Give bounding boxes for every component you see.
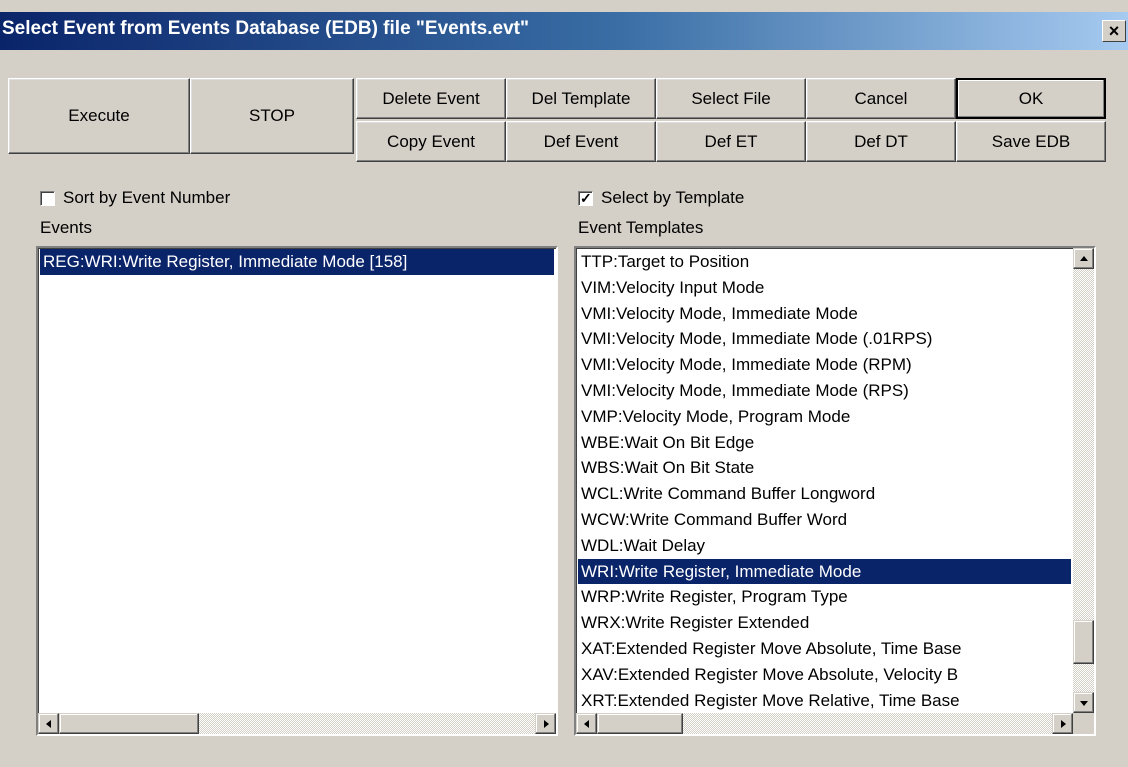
templates-horizontal-scrollbar[interactable] <box>576 713 1073 734</box>
templates-list: TTP:Target to Position VIM:Velocity Input… <box>578 249 1071 713</box>
template-list-item[interactable]: WRP:Write Register, Program Type <box>578 584 1071 610</box>
arrow-left-icon <box>584 720 589 728</box>
title-bar[interactable]: Select Event from Events Database (EDB) … <box>0 12 1128 50</box>
template-list-item[interactable]: WRX:Write Register Extended <box>578 610 1071 636</box>
scroll-up-button[interactable] <box>1073 248 1094 269</box>
sort-checkbox-label: Sort by Event Number <box>63 188 231 207</box>
template-list-item[interactable]: XAT:Extended Register Move Absolute, Tim… <box>578 636 1071 662</box>
select-template-checkbox-label: Select by Template <box>601 188 745 207</box>
execute-button[interactable]: Execute <box>8 78 190 154</box>
template-list-item[interactable]: VMI:Velocity Mode, Immediate Mode <box>578 301 1071 327</box>
template-list-item[interactable]: TTP:Target to Position <box>578 249 1071 275</box>
close-icon: × <box>1108 21 1120 41</box>
stop-button[interactable]: STOP <box>190 78 354 154</box>
select-file-button[interactable]: Select File <box>656 78 806 119</box>
template-list-item[interactable]: XAV:Extended Register Move Absolute, Vel… <box>578 662 1071 688</box>
def-event-button[interactable]: Def Event <box>506 121 656 162</box>
arrow-right-icon <box>1061 720 1066 728</box>
delete-event-button[interactable]: Delete Event <box>356 78 506 119</box>
def-event-label: Def Event <box>543 131 619 151</box>
copy-event-button[interactable]: Copy Event <box>356 121 506 162</box>
scroll-right-button[interactable] <box>535 713 556 734</box>
templates-vertical-scrollbar[interactable] <box>1073 248 1094 713</box>
event-list-item[interactable]: REG:WRI:Write Register, Immediate Mode [… <box>40 249 554 275</box>
scrollbar-corner <box>1073 713 1094 734</box>
templates-vscroll-thumb[interactable] <box>1073 620 1094 664</box>
select-by-template-checkbox[interactable]: ✓ Select by Template <box>578 188 744 208</box>
checkmark-icon: ✓ <box>580 189 592 206</box>
cancel-button[interactable]: Cancel <box>806 78 956 119</box>
def-dt-button[interactable]: Def DT <box>806 121 956 162</box>
save-edb-label: Save EDB <box>991 131 1071 151</box>
template-list-item[interactable]: VIM:Velocity Input Mode <box>578 275 1071 301</box>
def-et-button[interactable]: Def ET <box>656 121 806 162</box>
events-listbox[interactable]: REG:WRI:Write Register, Immediate Mode [… <box>36 246 558 736</box>
select-template-checkbox-box[interactable]: ✓ <box>578 189 593 206</box>
close-button[interactable]: × <box>1102 20 1126 42</box>
arrow-right-icon <box>544 720 549 728</box>
template-list-item[interactable]: VMP:Velocity Mode, Program Mode <box>578 404 1071 430</box>
del-template-label: Del Template <box>531 88 631 108</box>
save-edb-button[interactable]: Save EDB <box>956 121 1106 162</box>
templates-hscroll-thumb[interactable] <box>597 713 683 734</box>
template-list-item[interactable]: VMI:Velocity Mode, Immediate Mode (RPM) <box>578 352 1071 378</box>
events-hscroll-thumb[interactable] <box>59 713 199 734</box>
template-list-item[interactable]: VMI:Velocity Mode, Immediate Mode (RPS) <box>578 378 1071 404</box>
scroll-down-button[interactable] <box>1073 692 1094 713</box>
def-et-label: Def ET <box>704 131 758 151</box>
delete-event-label: Delete Event <box>382 88 480 108</box>
ok-label: OK <box>1018 88 1044 108</box>
sort-by-event-number-checkbox[interactable]: Sort by Event Number <box>40 188 230 208</box>
templates-listbox[interactable]: TTP:Target to Position VIM:Velocity Input… <box>574 246 1096 736</box>
select-file-label: Select File <box>691 88 771 108</box>
events-label: Events <box>40 218 92 237</box>
sort-checkbox-box[interactable] <box>40 190 55 206</box>
arrow-up-icon <box>1080 256 1088 261</box>
scroll-left-button[interactable] <box>38 713 59 734</box>
dialog-window: Select Event from Events Database (EDB) … <box>0 0 1128 767</box>
execute-label: Execute <box>68 106 130 125</box>
window-title: Select Event from Events Database (EDB) … <box>2 18 529 39</box>
events-horizontal-scrollbar[interactable] <box>38 713 556 734</box>
template-list-item[interactable]: WRI:Write Register, Immediate Mode <box>578 558 1071 585</box>
template-list-item[interactable]: WCL:Write Command Buffer Longword <box>578 481 1071 507</box>
template-list-item[interactable]: WBS:Wait On Bit State <box>578 455 1071 481</box>
templates-scroll-right-button[interactable] <box>1052 713 1073 734</box>
stop-label: STOP <box>249 106 295 125</box>
copy-event-label: Copy Event <box>387 131 475 151</box>
events-list: REG:WRI:Write Register, Immediate Mode [… <box>40 249 554 275</box>
del-template-button[interactable]: Del Template <box>506 78 656 119</box>
arrow-left-icon <box>46 720 51 728</box>
template-list-item[interactable]: VMI:Velocity Mode, Immediate Mode (.01RP… <box>578 326 1071 352</box>
template-list-item[interactable]: XRT:Extended Register Move Relative, Tim… <box>578 688 1071 713</box>
template-list-item[interactable]: WDL:Wait Delay <box>578 533 1071 559</box>
ok-button[interactable]: OK <box>956 78 1106 119</box>
arrow-down-icon <box>1080 701 1088 706</box>
event-templates-label: Event Templates <box>578 218 704 237</box>
templates-scroll-left-button[interactable] <box>576 713 597 734</box>
template-list-item[interactable]: WCW:Write Command Buffer Word <box>578 507 1071 533</box>
cancel-label: Cancel <box>854 88 908 108</box>
template-list-item[interactable]: WBE:Wait On Bit Edge <box>578 430 1071 456</box>
def-dt-label: Def DT <box>854 131 908 151</box>
